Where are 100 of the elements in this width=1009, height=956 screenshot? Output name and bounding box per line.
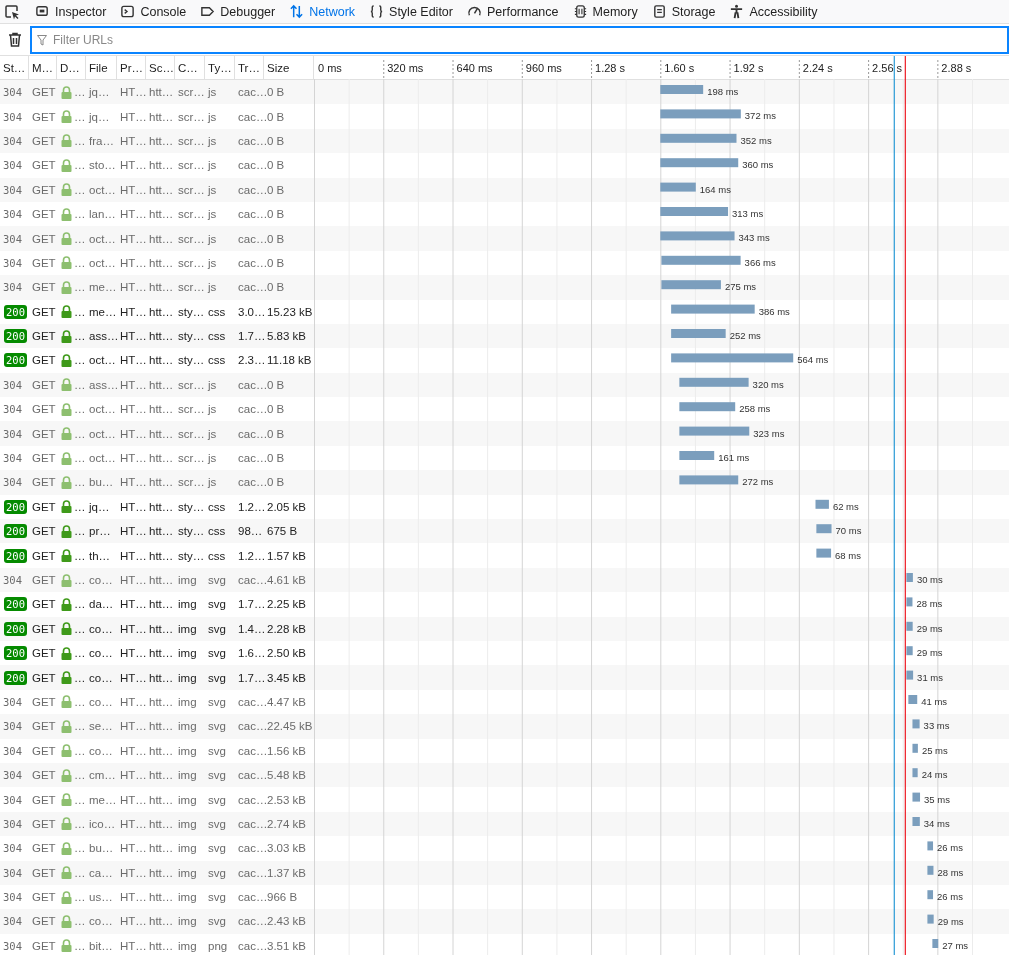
table-cell-text: img [177, 793, 198, 806]
status-badge: 200 [4, 524, 27, 539]
table-cell-text: css [207, 330, 227, 343]
status-code: 304 [2, 793, 23, 806]
table-cell-text: img [177, 817, 198, 830]
table-cell: … [74, 378, 86, 391]
table-cell-text: GET [31, 378, 57, 391]
table-cell-text: 1.7… [237, 598, 264, 611]
timing-label: 29 ms [916, 622, 943, 634]
timing-bar [906, 670, 914, 680]
timing-label: 320 ms [752, 378, 784, 390]
column-header[interactable]: File [86, 56, 117, 79]
status-code: 304 [2, 110, 23, 123]
table-cell-text: GET [31, 427, 57, 440]
table-cell-text: htt… [148, 427, 175, 440]
element-picker-icon[interactable] [4, 3, 20, 20]
timing-bar [908, 695, 918, 704]
status-code: 304 [2, 574, 23, 586]
table-cell-text: GET [31, 256, 57, 269]
timing-label: 386 ms [758, 305, 790, 317]
table-cell-text: htt… [148, 378, 175, 391]
timing-bar [906, 573, 913, 582]
table-cell-text: svg [207, 622, 227, 635]
table-cell-text: js [206, 134, 218, 147]
table-cell-text: js [206, 208, 218, 221]
column-header[interactable]: Size [264, 56, 314, 79]
column-header[interactable]: Pr… [117, 56, 146, 79]
timing-bar [932, 939, 939, 948]
column-header[interactable]: Sc… [146, 56, 175, 79]
table-cell-text: HT… [119, 817, 146, 830]
table-cell-text: oct… [88, 403, 117, 416]
table-cell-text: svg [207, 671, 227, 684]
table-cell-text: me… [88, 793, 117, 806]
table-cell-text: me… [88, 305, 117, 318]
filter-field[interactable]: Filter URLs [30, 25, 1009, 54]
table-cell-text: HT… [119, 427, 146, 440]
table-cell-text: htt… [148, 647, 175, 660]
column-header[interactable]: C… [175, 56, 205, 79]
table-cell-text: img [177, 891, 198, 904]
tool-tab[interactable]: Inspector [28, 0, 114, 23]
table-cell-text: GET [31, 476, 57, 489]
table-cell-text: 2.25 kB [266, 598, 307, 611]
table-cell-text: img [177, 939, 198, 952]
timing-label: 41 ms [921, 696, 948, 707]
table-cell-text: sty… [177, 305, 205, 318]
column-header[interactable]: St… [0, 56, 29, 79]
timing-label: 68 ms [835, 549, 861, 561]
timing-bar [671, 329, 726, 338]
table-cell-text: oct… [88, 183, 117, 196]
timing-label: 360 ms [742, 159, 774, 171]
filter-icon [37, 34, 47, 46]
status-code: 304 [2, 427, 23, 440]
table-cell-text: htt… [148, 159, 175, 172]
table-cell-text: HT… [119, 500, 146, 513]
table-cell-text: scr… [177, 208, 205, 221]
table-cell-text: 11.18 kB [266, 354, 313, 367]
table-cell-text: 1.56 kB [266, 744, 307, 757]
tool-icon [572, 4, 588, 19]
table-cell-text: css [207, 525, 227, 538]
column-header[interactable]: Tr… [235, 56, 264, 79]
status-code: 304 [2, 476, 23, 489]
table-cell-text: cac… [237, 866, 264, 879]
table-cell-text: GET [31, 452, 57, 465]
tool-tab[interactable]: Performance [459, 0, 566, 23]
table-cell-text: css [207, 354, 227, 367]
table-cell-text: htt… [148, 403, 175, 416]
tool-tab[interactable]: Storage [644, 0, 723, 23]
table-cell-text: htt… [148, 500, 175, 513]
tool-tab[interactable]: Debugger [193, 0, 283, 23]
table-cell-text: HT… [119, 86, 146, 99]
timing-label: 252 ms [729, 330, 761, 341]
tool-tab[interactable]: Accessibility [722, 0, 825, 23]
table-cell-text: svg [207, 817, 227, 830]
status-code: 304 [2, 378, 23, 391]
tool-tab[interactable]: Network [282, 0, 363, 23]
column-header[interactable]: D… [57, 56, 86, 79]
tool-tab[interactable]: Style Editor [362, 0, 460, 23]
table-cell-text: HT… [119, 476, 146, 489]
table-cell-text: GET [31, 671, 57, 684]
table-cell-text: img [177, 866, 198, 879]
table-cell-text: img [177, 574, 198, 586]
timing-label: 33 ms [923, 720, 950, 732]
tool-tab[interactable]: Console [113, 0, 194, 23]
table-cell-text: img [177, 744, 198, 757]
table-cell-text: htt… [148, 915, 175, 928]
tool-icon [35, 4, 50, 19]
table-cell-text: svg [207, 915, 227, 928]
timing-label: 564 ms [797, 354, 829, 366]
table-cell-text: fra… [88, 134, 115, 147]
timing-label: 313 ms [732, 208, 764, 219]
table-cell-text: htt… [148, 86, 175, 99]
table-cell-text: htt… [148, 598, 175, 611]
column-header[interactable]: Ty… [205, 56, 235, 79]
table-cell-text: GET [31, 110, 57, 123]
status-badge: 200 [4, 646, 27, 661]
table-cell-text: GET [31, 500, 57, 513]
table-cell-text: HT… [119, 598, 146, 611]
column-header[interactable]: M… [29, 56, 57, 79]
tool-tab[interactable]: Memory [565, 0, 645, 23]
table-cell-text: oct… [88, 427, 117, 440]
